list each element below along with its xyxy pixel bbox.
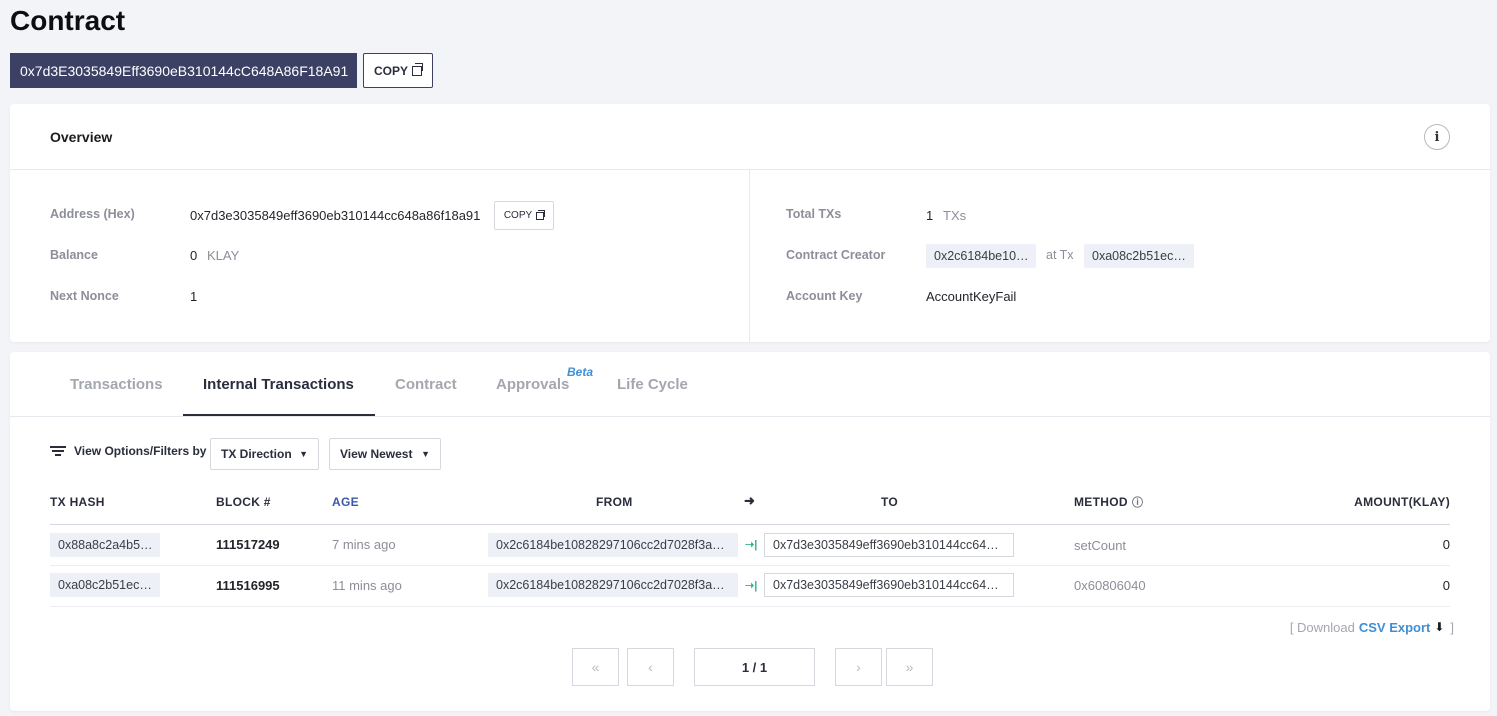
copy-hex-button[interactable]: COPY <box>494 201 554 230</box>
download-icon[interactable] <box>1434 620 1446 634</box>
table-row-age: 7 mins ago <box>332 537 396 552</box>
at-tx-label: at Tx <box>1046 248 1074 262</box>
next-nonce-value: 1 <box>190 289 198 304</box>
table-row-from[interactable]: 0x2c6184be10828297106cc2d7028f3a… <box>488 533 738 557</box>
contract-address-badge: 0x7d3E3035849Eff3690eB310144cC648A86F18A… <box>10 53 357 88</box>
address-hex-value[interactable]: 0x7d3e3035849eff3690eb310144cc648a86f18a… <box>190 208 480 223</box>
table-row-to[interactable]: 0x7d3e3035849eff3690eb310144cc64… <box>764 573 1014 597</box>
table-row-method: 0x60806040 <box>1074 578 1146 593</box>
contract-creator-address[interactable]: 0x2c6184be10… <box>926 244 1036 268</box>
balance-value: 0 <box>190 248 198 263</box>
tab-approvals[interactable]: Approvals <box>496 352 569 417</box>
copy-address-button[interactable]: COPY <box>363 53 433 88</box>
tx-direction-dropdown[interactable]: TX Direction ▼ <box>210 438 319 470</box>
arrow-in-icon: ➝| <box>745 539 758 551</box>
last-page-button[interactable]: » <box>886 648 933 686</box>
row-divider <box>50 565 1450 566</box>
total-txs-label: Total TXs <box>786 207 842 221</box>
filter-options-label: View Options/Filters by <box>50 444 206 458</box>
tab-contract[interactable]: Contract <box>395 352 457 417</box>
tab-bar: Transactions Internal Transactions Contr… <box>10 352 1490 417</box>
double-chevron-right-icon: » <box>905 659 914 675</box>
arrow-in-icon: ➝| <box>745 580 758 592</box>
filter-icon <box>50 445 66 457</box>
total-txs-value: 1 <box>926 208 934 223</box>
balance-unit: KLAY <box>207 248 240 263</box>
col-from: FROM <box>596 495 633 509</box>
account-key-label: Account Key <box>786 289 863 303</box>
filter-label-text: View Options/Filters by <box>74 444 207 458</box>
method-info-icon[interactable]: ⓘ <box>1132 494 1143 510</box>
table-row-amount: 0 <box>1442 578 1450 593</box>
chevron-down-icon: ▼ <box>421 449 430 459</box>
first-page-button[interactable]: « <box>572 648 619 686</box>
contract-creator-label: Contract Creator <box>786 248 886 262</box>
sort-value: View Newest <box>340 447 413 461</box>
info-icon-glyph: i <box>1434 129 1440 145</box>
copy-hex-label: COPY <box>503 210 533 221</box>
active-tab-indicator <box>183 414 375 416</box>
copy-button-label: COPY <box>373 63 408 78</box>
overview-divider <box>749 170 750 342</box>
page-indicator: 1 / 1 <box>694 648 815 686</box>
table-header-divider <box>50 524 1450 525</box>
chevron-left-icon: ‹ <box>648 659 653 675</box>
col-to: TO <box>881 495 899 509</box>
col-amount: AMOUNT(KLAY) <box>1354 495 1450 509</box>
table-row-from[interactable]: 0x2c6184be10828297106cc2d7028f3a… <box>488 573 738 597</box>
chevron-right-icon: › <box>856 659 861 675</box>
copy-icon <box>412 62 423 76</box>
table-row-method: setCount <box>1074 538 1127 553</box>
table-row-block[interactable]: 111516995 <box>216 578 280 593</box>
tab-internal-transactions[interactable]: Internal Transactions <box>203 352 354 417</box>
info-icon[interactable]: i <box>1424 124 1450 150</box>
transactions-card: Transactions Internal Transactions Contr… <box>10 352 1490 711</box>
col-method: METHOD <box>1074 495 1128 509</box>
tx-direction-value: TX Direction <box>221 447 292 461</box>
col-tx-hash: TX HASH <box>50 495 105 509</box>
creator-tx-hash[interactable]: 0xa08c2b51ec… <box>1084 244 1194 268</box>
row-divider <box>50 606 1450 607</box>
chevron-down-icon: ▼ <box>299 449 308 459</box>
table-row-hash[interactable]: 0x88a8c2a4b5… <box>50 533 160 557</box>
sort-dropdown[interactable]: View Newest ▼ <box>329 438 441 470</box>
tab-transactions[interactable]: Transactions <box>70 352 163 417</box>
prev-page-button[interactable]: ‹ <box>627 648 674 686</box>
next-nonce-label: Next Nonce <box>50 289 119 303</box>
page-info: 1 / 1 <box>741 659 768 675</box>
page-title: Contract <box>10 5 126 36</box>
csv-export: [ Download CSV Export ] <box>1289 620 1454 636</box>
overview-card: Overview i Address (Hex) 0x7d3e3035849ef… <box>10 104 1490 342</box>
col-block: BLOCK # <box>216 495 271 509</box>
arrow-right-icon: ➜ <box>744 493 755 508</box>
double-chevron-left-icon: « <box>591 659 600 675</box>
csv-prefix: [ Download <box>1289 620 1355 635</box>
copy-icon <box>536 209 546 220</box>
table-row-age: 11 mins ago <box>332 578 402 593</box>
table-row-to[interactable]: 0x7d3e3035849eff3690eb310144cc64… <box>764 533 1014 557</box>
csv-export-link[interactable]: CSV Export <box>1359 620 1431 635</box>
next-page-button[interactable]: › <box>835 648 882 686</box>
table-row-amount: 0 <box>1442 537 1450 552</box>
table-row-hash[interactable]: 0xa08c2b51ec… <box>50 573 160 597</box>
tab-life-cycle[interactable]: Life Cycle <box>617 352 688 417</box>
balance-label: Balance <box>50 248 98 262</box>
total-txs-unit: TXs <box>943 208 967 223</box>
beta-badge: Beta <box>567 365 594 379</box>
col-age[interactable]: AGE <box>332 495 359 509</box>
account-key-value: AccountKeyFail <box>926 289 1017 304</box>
table-row-block[interactable]: 111517249 <box>216 537 280 552</box>
overview-header: Overview i <box>10 104 1490 170</box>
overview-title: Overview <box>50 128 113 145</box>
csv-suffix: ] <box>1450 620 1454 635</box>
address-hex-label: Address (Hex) <box>50 207 135 221</box>
